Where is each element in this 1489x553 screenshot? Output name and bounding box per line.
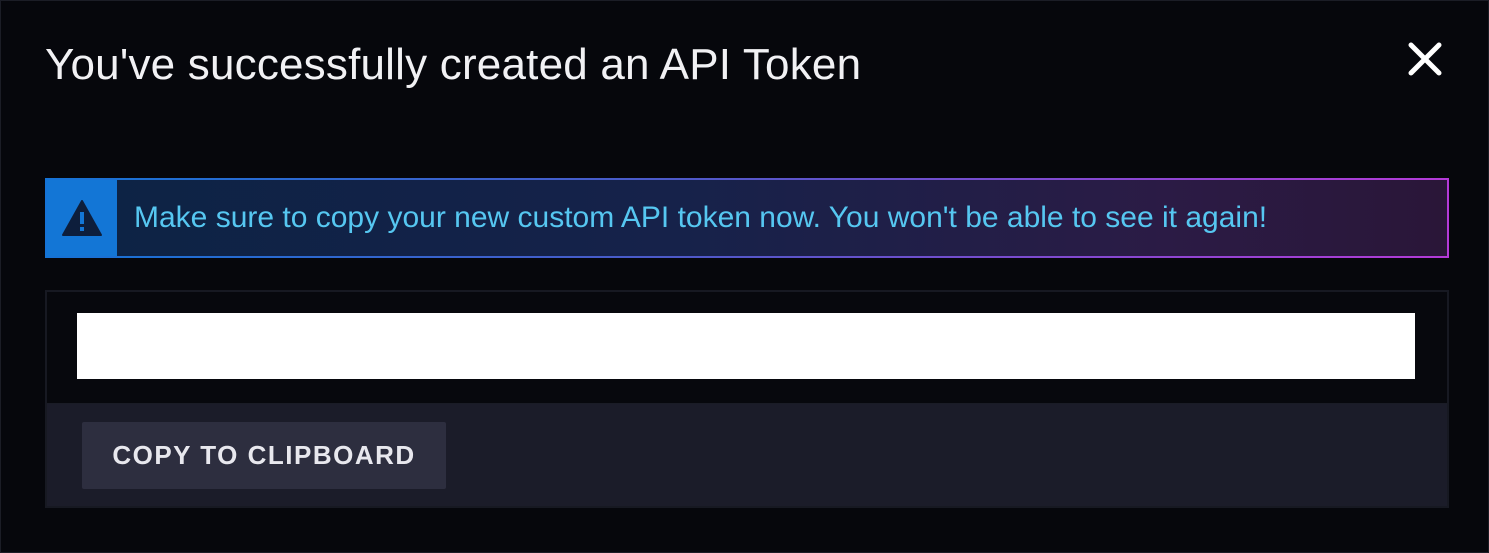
warning-alert: Make sure to copy your new custom API to… bbox=[45, 178, 1449, 258]
warning-triangle-icon bbox=[62, 200, 102, 236]
token-panel: COPY TO CLIPBOARD bbox=[45, 290, 1449, 508]
close-icon bbox=[1408, 42, 1442, 76]
copy-to-clipboard-button[interactable]: COPY TO CLIPBOARD bbox=[82, 422, 446, 489]
dialog-title: You've successfully created an API Token bbox=[45, 40, 862, 89]
close-button[interactable] bbox=[1401, 35, 1449, 83]
alert-message: Make sure to copy your new custom API to… bbox=[134, 201, 1268, 234]
api-token-field[interactable] bbox=[77, 313, 1415, 379]
token-row bbox=[47, 292, 1447, 404]
api-token-dialog: You've successfully created an API Token… bbox=[0, 0, 1489, 553]
alert-icon-box bbox=[47, 180, 117, 256]
